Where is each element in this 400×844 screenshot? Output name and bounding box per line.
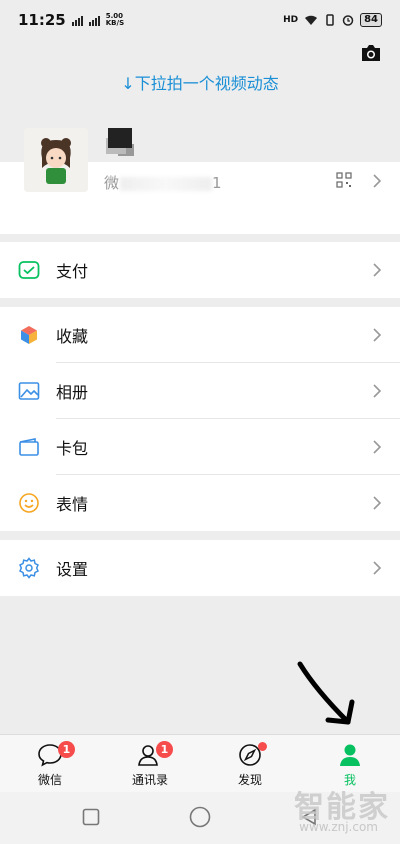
nickname-redacted bbox=[108, 128, 132, 148]
tab-discover[interactable]: 发现 bbox=[200, 735, 300, 792]
person-icon bbox=[340, 744, 360, 766]
home-icon[interactable] bbox=[189, 806, 211, 828]
menu-item-pay-label: 支付 bbox=[56, 262, 89, 281]
qr-code-icon[interactable] bbox=[336, 172, 352, 188]
wechat-id-prefix: 微 bbox=[104, 174, 121, 192]
wechat-id-redacted bbox=[120, 176, 213, 191]
profile-chevron-right-icon bbox=[373, 174, 382, 188]
chevron-right-icon bbox=[373, 496, 382, 510]
watermark-url: www.znj.com bbox=[299, 820, 378, 834]
smiley-icon bbox=[19, 493, 39, 513]
menu-item-stickers-label: 表情 bbox=[56, 495, 89, 514]
chevron-right-icon bbox=[373, 384, 382, 398]
avatar[interactable] bbox=[24, 128, 88, 192]
menu-item-album[interactable]: 相册 bbox=[0, 363, 400, 419]
wechat-id-suffix: 1 bbox=[212, 174, 223, 192]
status-right: HD 84 bbox=[283, 13, 382, 27]
signal-icon-2 bbox=[88, 14, 100, 26]
menu-item-favorites[interactable]: 收藏 bbox=[0, 307, 400, 363]
group-collections: 收藏 相册 卡包 表情 bbox=[0, 307, 400, 531]
pull-down-hint: ↓下拉拍一个视频动态 bbox=[121, 74, 279, 93]
discover-dot bbox=[258, 742, 267, 751]
chevron-right-icon bbox=[373, 561, 382, 575]
recent-apps-icon[interactable] bbox=[82, 808, 100, 826]
avatar-image bbox=[24, 128, 88, 192]
net-speed: 5.00 KB/S bbox=[106, 13, 124, 27]
hd-label: HD bbox=[283, 15, 299, 25]
chevron-right-icon bbox=[373, 328, 382, 342]
battery-indicator: 84 bbox=[360, 13, 382, 27]
menu-item-pay[interactable]: 支付 bbox=[0, 242, 400, 298]
annotation-arrow-icon bbox=[297, 661, 355, 725]
menu-item-settings-label: 设置 bbox=[56, 560, 89, 579]
signal-icon bbox=[71, 14, 83, 26]
alarm-icon bbox=[342, 15, 354, 26]
group-settings: 设置 bbox=[0, 540, 400, 596]
tab-discover-label: 发现 bbox=[237, 773, 262, 787]
tab-chats[interactable]: 1 微信 bbox=[0, 735, 100, 792]
tab-chats-label: 微信 bbox=[37, 773, 62, 787]
menu-item-album-label: 相册 bbox=[56, 383, 89, 402]
chats-badge: 1 bbox=[58, 741, 75, 758]
chevron-right-icon bbox=[373, 440, 382, 454]
menu-item-settings[interactable]: 设置 bbox=[0, 540, 400, 596]
chevron-right-icon bbox=[373, 263, 382, 277]
menu-item-stickers[interactable]: 表情 bbox=[0, 475, 400, 531]
status-left: 11:25 5.00 KB/S bbox=[18, 11, 124, 29]
tab-contacts-label: 通讯录 bbox=[131, 773, 168, 787]
vibrate-icon bbox=[326, 14, 334, 26]
tab-contacts[interactable]: 1 通讯录 bbox=[100, 735, 200, 792]
camera-icon[interactable] bbox=[360, 44, 382, 62]
menu-item-cards[interactable]: 卡包 bbox=[0, 419, 400, 475]
group-pay: 支付 bbox=[0, 242, 400, 298]
gear-icon bbox=[19, 557, 39, 579]
wallet-icon bbox=[19, 438, 39, 456]
image-icon bbox=[18, 382, 40, 400]
menu-item-favorites-label: 收藏 bbox=[56, 327, 89, 346]
status-bar: 11:25 5.00 KB/S HD 84 bbox=[0, 0, 400, 40]
cube-icon bbox=[21, 326, 37, 344]
pay-icon bbox=[18, 261, 40, 279]
wechat-id: 微1 bbox=[104, 172, 223, 193]
menu-item-cards-label: 卡包 bbox=[56, 439, 89, 458]
net-speed-unit: KB/S bbox=[105, 19, 125, 27]
wifi-icon bbox=[305, 15, 318, 25]
contacts-badge: 1 bbox=[156, 741, 173, 758]
status-time: 11:25 bbox=[18, 11, 66, 29]
